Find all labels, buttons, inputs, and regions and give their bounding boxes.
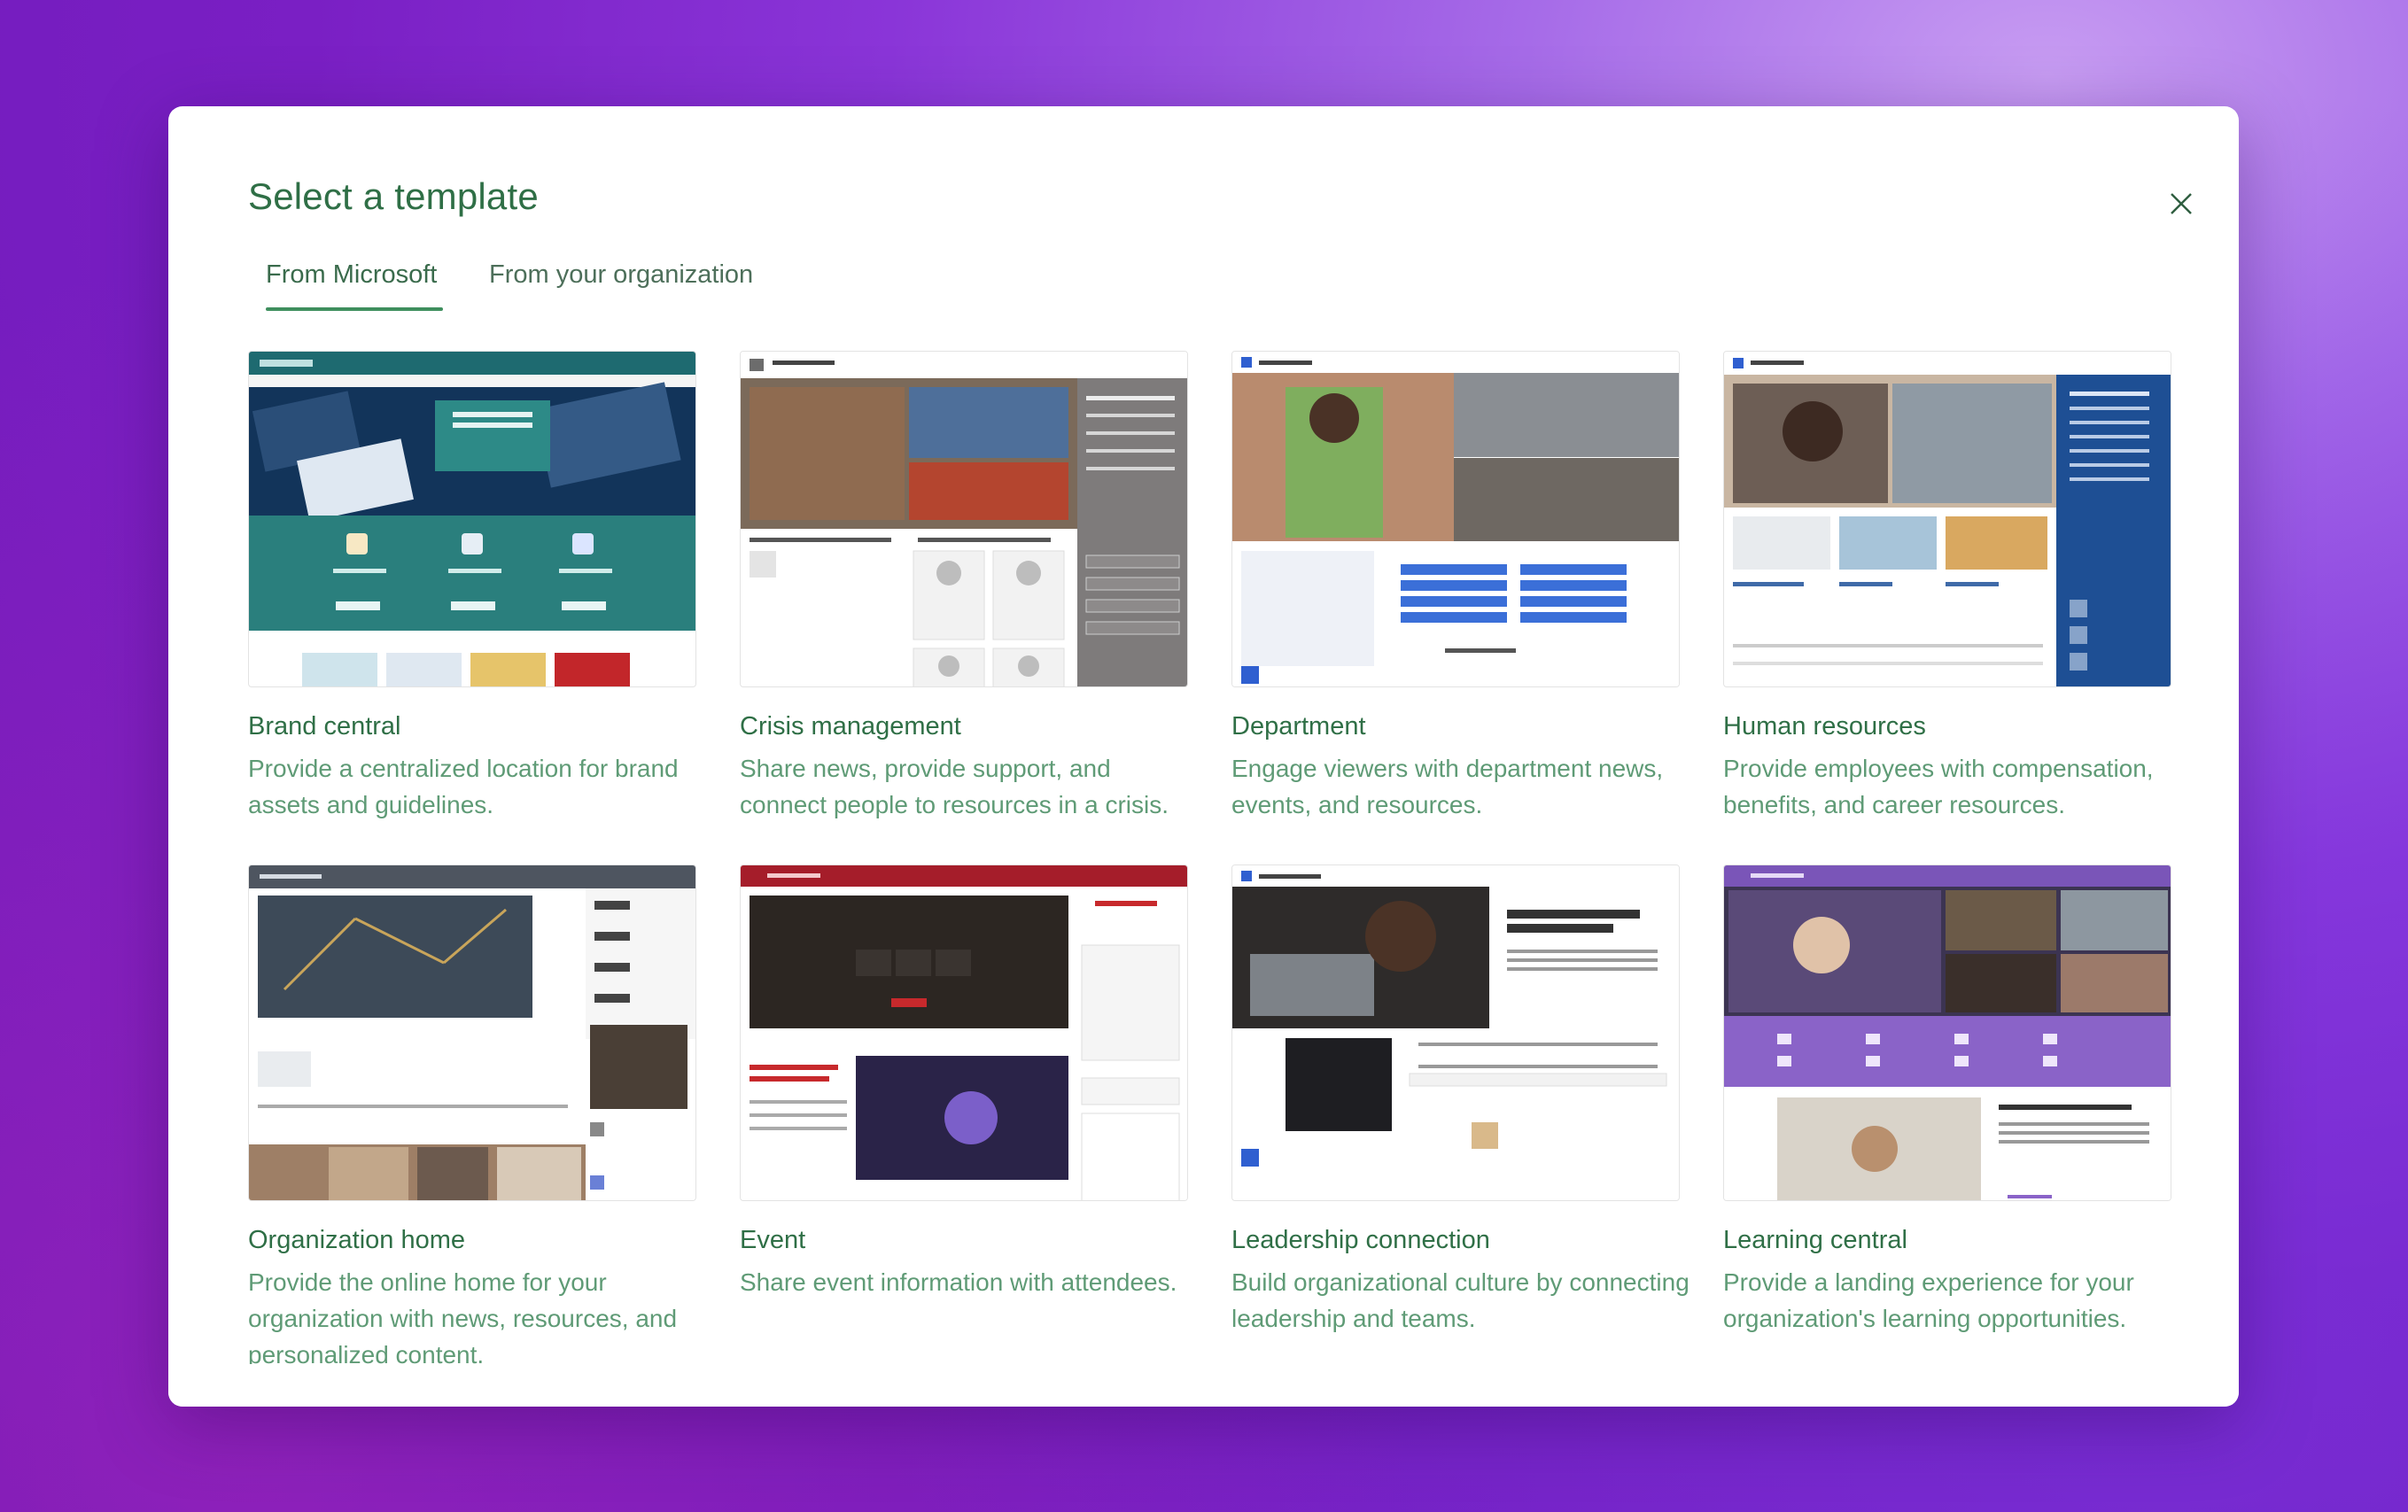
template-title: Human resources: [1723, 712, 1926, 740]
template-thumbnail: [248, 351, 696, 687]
template-card-department[interactable]: Department Engage viewers with departmen…: [1231, 351, 1680, 823]
template-title: Department: [1231, 712, 1366, 740]
template-title: Event: [740, 1226, 806, 1254]
template-thumbnail: [248, 865, 696, 1201]
template-card-learning-central[interactable]: Learning central Provide a landing exper…: [1723, 865, 2171, 1337]
template-description: Build organizational culture by connecti…: [1231, 1268, 1689, 1332]
template-thumbnail: [1723, 351, 2171, 687]
template-thumbnail: [1723, 865, 2171, 1201]
template-thumbnail: [1231, 351, 1680, 687]
close-button[interactable]: [2162, 184, 2201, 223]
template-card-organization-home[interactable]: Organization home Provide the online hom…: [248, 865, 696, 1373]
template-description: Engage viewers with department news, eve…: [1231, 755, 1664, 818]
template-thumbnail: [1231, 865, 1680, 1201]
tab-from-your-organization[interactable]: From your organization: [471, 252, 771, 314]
scroll-clip: [168, 1364, 2239, 1407]
dialog-title: Select a template: [248, 175, 539, 217]
template-description: Share event information with attendees.: [740, 1268, 1177, 1296]
template-description: Provide a landing experience for your or…: [1723, 1268, 2134, 1332]
template-card-event[interactable]: Event Share event information with atten…: [740, 865, 1188, 1300]
template-title: Learning central: [1723, 1226, 1907, 1254]
tab-label: From your organization: [489, 260, 754, 289]
template-title: Brand central: [248, 712, 401, 740]
template-description: Provide the online home for your organiz…: [248, 1268, 678, 1369]
template-thumbnail: [740, 351, 1188, 687]
template-thumbnail: [740, 865, 1188, 1201]
template-description: Share news, provide support, and connect…: [740, 755, 1169, 818]
template-title: Organization home: [248, 1226, 466, 1254]
template-card-human-resources[interactable]: Human resources Provide employees with c…: [1723, 351, 2171, 823]
template-card-brand-central[interactable]: Brand central Provide a centralized loca…: [248, 351, 696, 823]
template-description: Provide employees with compensation, ben…: [1723, 755, 2154, 818]
template-title: Leadership connection: [1231, 1226, 1490, 1254]
template-dialog: Select a template From Microsoft From yo…: [168, 106, 2239, 1407]
template-description: Provide a centralized location for brand…: [248, 755, 679, 818]
close-icon: [2171, 193, 2192, 214]
template-card-leadership-connection[interactable]: Leadership connection Build organization…: [1231, 865, 1689, 1337]
template-title: Crisis management: [740, 712, 961, 740]
tab-from-microsoft[interactable]: From Microsoft: [248, 252, 454, 314]
tab-selected-indicator: [266, 307, 443, 311]
tab-label: From Microsoft: [266, 260, 438, 289]
template-card-crisis-management[interactable]: Crisis management Share news, provide su…: [740, 351, 1188, 823]
